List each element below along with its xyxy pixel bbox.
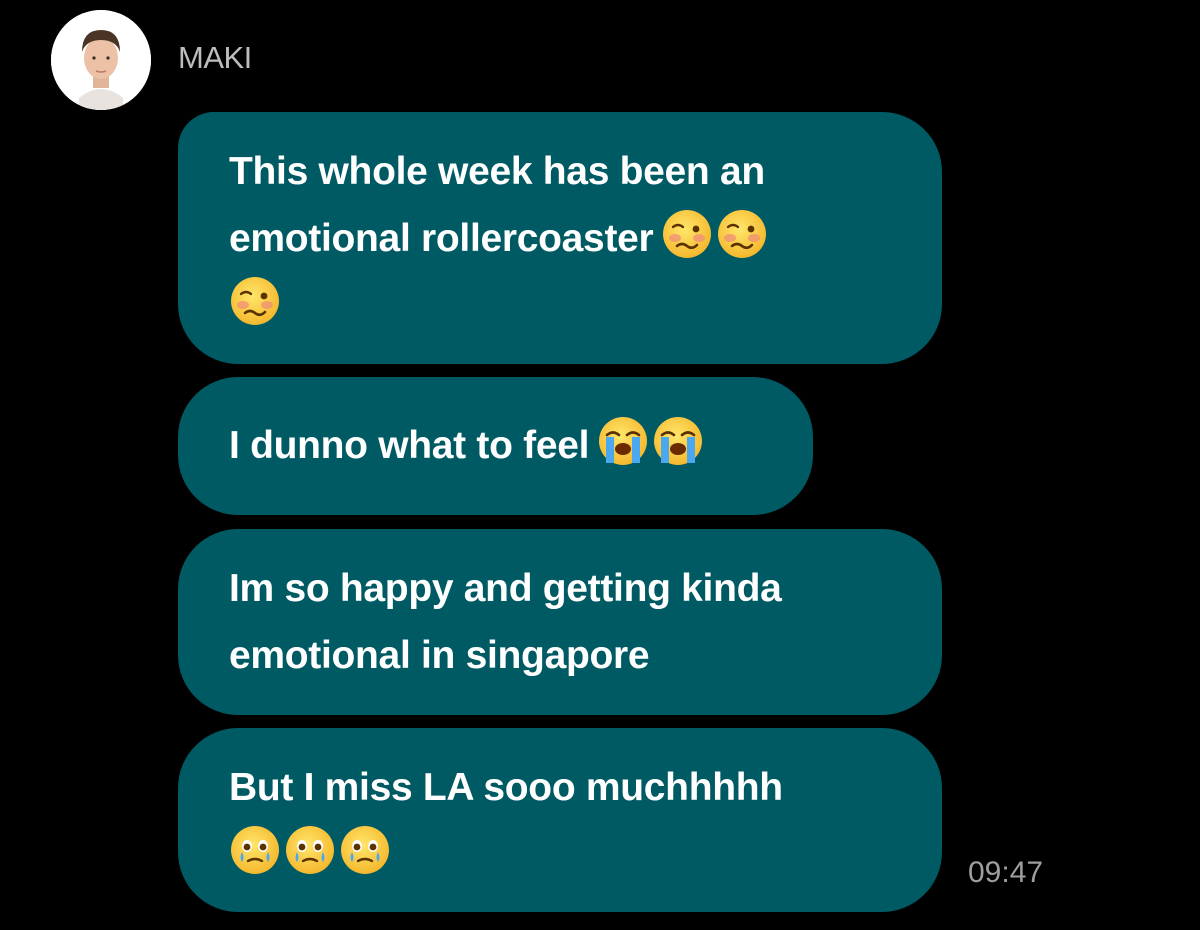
message-line: I dunno what to feel: [229, 424, 590, 467]
message-bubble[interactable]: This whole week has been an emotional ro…: [178, 112, 942, 364]
woozy-face-icon: [716, 208, 768, 260]
message-line: This whole week has been an: [229, 150, 765, 193]
loudly-crying-face-icon: [597, 415, 649, 467]
sender-name: MAKI: [178, 40, 252, 75]
message-bubble[interactable]: Im so happy and getting kinda emotional …: [178, 529, 942, 715]
woozy-face-icon: [229, 275, 281, 327]
message-bubble[interactable]: But I miss LA sooo muchhhhh: [178, 728, 942, 912]
loudly-crying-face-icon: [652, 415, 704, 467]
profile-photo-icon: [51, 10, 151, 110]
message-line: Im so happy and getting kinda: [229, 567, 782, 610]
face-holding-back-tears-icon: [339, 824, 391, 876]
message-bubble[interactable]: I dunno what to feel: [178, 377, 813, 515]
avatar[interactable]: [51, 10, 151, 110]
message-line: emotional in singapore: [229, 634, 650, 677]
face-holding-back-tears-icon: [284, 824, 336, 876]
message-line: emotional rollercoaster: [229, 217, 654, 260]
message-timestamp: 09:47: [968, 856, 1044, 889]
face-holding-back-tears-icon: [229, 824, 281, 876]
message-line: But I miss LA sooo muchhhhh: [229, 766, 783, 809]
woozy-face-icon: [661, 208, 713, 260]
